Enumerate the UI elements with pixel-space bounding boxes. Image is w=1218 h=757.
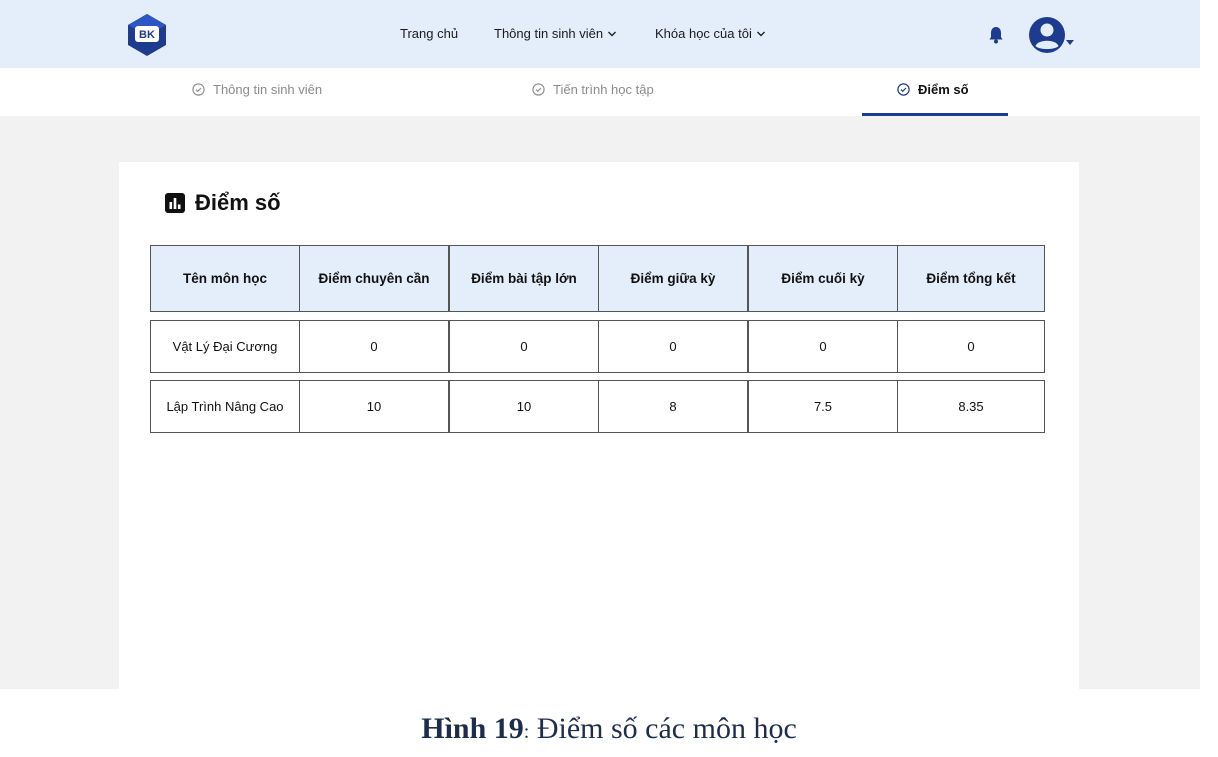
table-cell-subject: Vật Lý Đại Cương <box>150 320 300 373</box>
table-cell-score: 10 <box>299 380 449 433</box>
check-circle-icon <box>532 83 545 96</box>
bar-chart-icon <box>165 193 185 213</box>
page-title: Điểm số <box>165 190 281 216</box>
nav-home[interactable]: Trang chủ <box>400 26 458 41</box>
nav-student-info[interactable]: Thông tin sinh viên <box>494 26 617 41</box>
bk-logo-icon[interactable]: BK <box>124 12 170 58</box>
tab-student-info-label: Thông tin sinh viên <box>213 82 323 97</box>
table-header-cell: Điểm cuối kỳ <box>748 245 898 312</box>
table-cell-subject: Lập Trình Nâng Cao <box>150 380 300 433</box>
table-header-cell: Điểm bài tập lớn <box>449 245 599 312</box>
page-title-text: Điểm số <box>195 190 281 215</box>
caret-down-icon[interactable] <box>1066 40 1074 46</box>
logo-text: BK <box>139 29 155 41</box>
figure-caption: Hình 19: Điểm số các môn học <box>0 712 1218 746</box>
table-cell-score: 0 <box>598 320 748 373</box>
table-header-cell: Điểm giữa kỳ <box>598 245 748 312</box>
table-cell-score: 0 <box>897 320 1045 373</box>
caption-label: Hình 19 <box>421 712 524 745</box>
nav-student-info-label: Thông tin sinh viên <box>494 26 604 41</box>
app-viewport: BK Trang chủ Thông tin sinh viên Khóa họ… <box>0 0 1200 689</box>
nav-home-label: Trang chủ <box>400 26 459 41</box>
grades-card: Điểm số Tên môn học Điểm chuyên cần Điểm b… <box>119 162 1079 689</box>
tab-student-info[interactable]: Thông tin sinh viên <box>192 82 322 97</box>
user-avatar-icon[interactable] <box>1028 16 1066 54</box>
nav-my-courses-label: Khóa học của tôi <box>655 26 752 41</box>
top-navbar: BK Trang chủ Thông tin sinh viên Khóa họ… <box>0 0 1200 68</box>
active-tab-indicator <box>862 113 1008 116</box>
check-circle-icon <box>897 83 910 96</box>
table-cell-score: 8.35 <box>897 380 1045 433</box>
bell-icon[interactable] <box>986 25 1006 45</box>
tab-learning-progress[interactable]: Tiến trình học tập <box>532 82 654 97</box>
chevron-down-icon <box>608 31 617 36</box>
table-cell-score: 0 <box>299 320 449 373</box>
nav-my-courses[interactable]: Khóa học của tôi <box>655 26 766 41</box>
table-header-cell: Tên môn học <box>150 245 300 312</box>
caption-text: Điểm số các môn học <box>529 712 797 745</box>
table-cell-score: 0 <box>449 320 599 373</box>
table-cell-score: 7.5 <box>748 380 898 433</box>
tab-bar: Thông tin sinh viên Tiến trình học tập Đ… <box>0 68 1200 116</box>
table-cell-score: 8 <box>598 380 748 433</box>
table-cell-score: 0 <box>748 320 898 373</box>
tab-grades[interactable]: Điểm số <box>897 82 969 97</box>
chevron-down-icon <box>756 31 765 36</box>
table-cell-score: 10 <box>449 380 599 433</box>
table-header-cell: Điểm tổng kết <box>897 245 1045 312</box>
table-header-cell: Điểm chuyên cần <box>299 245 449 312</box>
tab-learning-progress-label: Tiến trình học tập <box>553 82 654 97</box>
check-circle-icon <box>192 83 205 96</box>
tab-grades-label: Điểm số <box>918 82 969 97</box>
